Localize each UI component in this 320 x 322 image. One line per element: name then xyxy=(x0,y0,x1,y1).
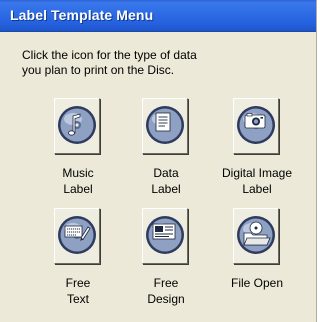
file-open-icon xyxy=(237,216,275,254)
file-open-button[interactable] xyxy=(233,208,279,264)
data-label-button[interactable] xyxy=(142,98,188,154)
window-title: Label Template Menu xyxy=(10,7,154,23)
data-label-caption: Data Label xyxy=(151,166,181,196)
digital-image-label-caption: Digital Image Label xyxy=(221,166,293,196)
free-text-button[interactable] xyxy=(54,208,100,264)
music-label-button[interactable] xyxy=(54,98,100,154)
tile-digital-image-label: Digital Image Label xyxy=(209,98,305,208)
title-bar[interactable]: Label Template Menu xyxy=(0,0,316,32)
tile-data-label: Data Label xyxy=(118,98,214,208)
free-text-caption: Free Text xyxy=(65,276,91,306)
instruction-line-1: Click the icon for the type of data xyxy=(22,48,197,62)
instruction-text: Click the icon for the type of data you … xyxy=(22,48,302,78)
label-template-dialog: Label Template Menu Click the icon for t… xyxy=(0,0,317,322)
free-text-disc-icon xyxy=(58,216,96,254)
tile-music-label: Music Label xyxy=(30,98,126,208)
tile-file-open: File Open xyxy=(209,208,305,318)
digital-image-disc-icon xyxy=(237,106,275,144)
free-design-caption: Free Design xyxy=(147,276,185,306)
digital-image-label-button[interactable] xyxy=(233,98,279,154)
tile-free-text: Free Text xyxy=(30,208,126,318)
free-design-button[interactable] xyxy=(142,208,188,264)
data-disc-icon xyxy=(146,106,184,144)
free-design-disc-icon xyxy=(146,216,184,254)
music-disc-icon xyxy=(58,106,96,144)
music-label-caption: Music Label xyxy=(62,166,94,196)
file-open-caption: File Open xyxy=(230,276,284,290)
tile-free-design: Free Design xyxy=(118,208,214,318)
instruction-line-2: you plan to print on the Disc. xyxy=(22,63,175,77)
